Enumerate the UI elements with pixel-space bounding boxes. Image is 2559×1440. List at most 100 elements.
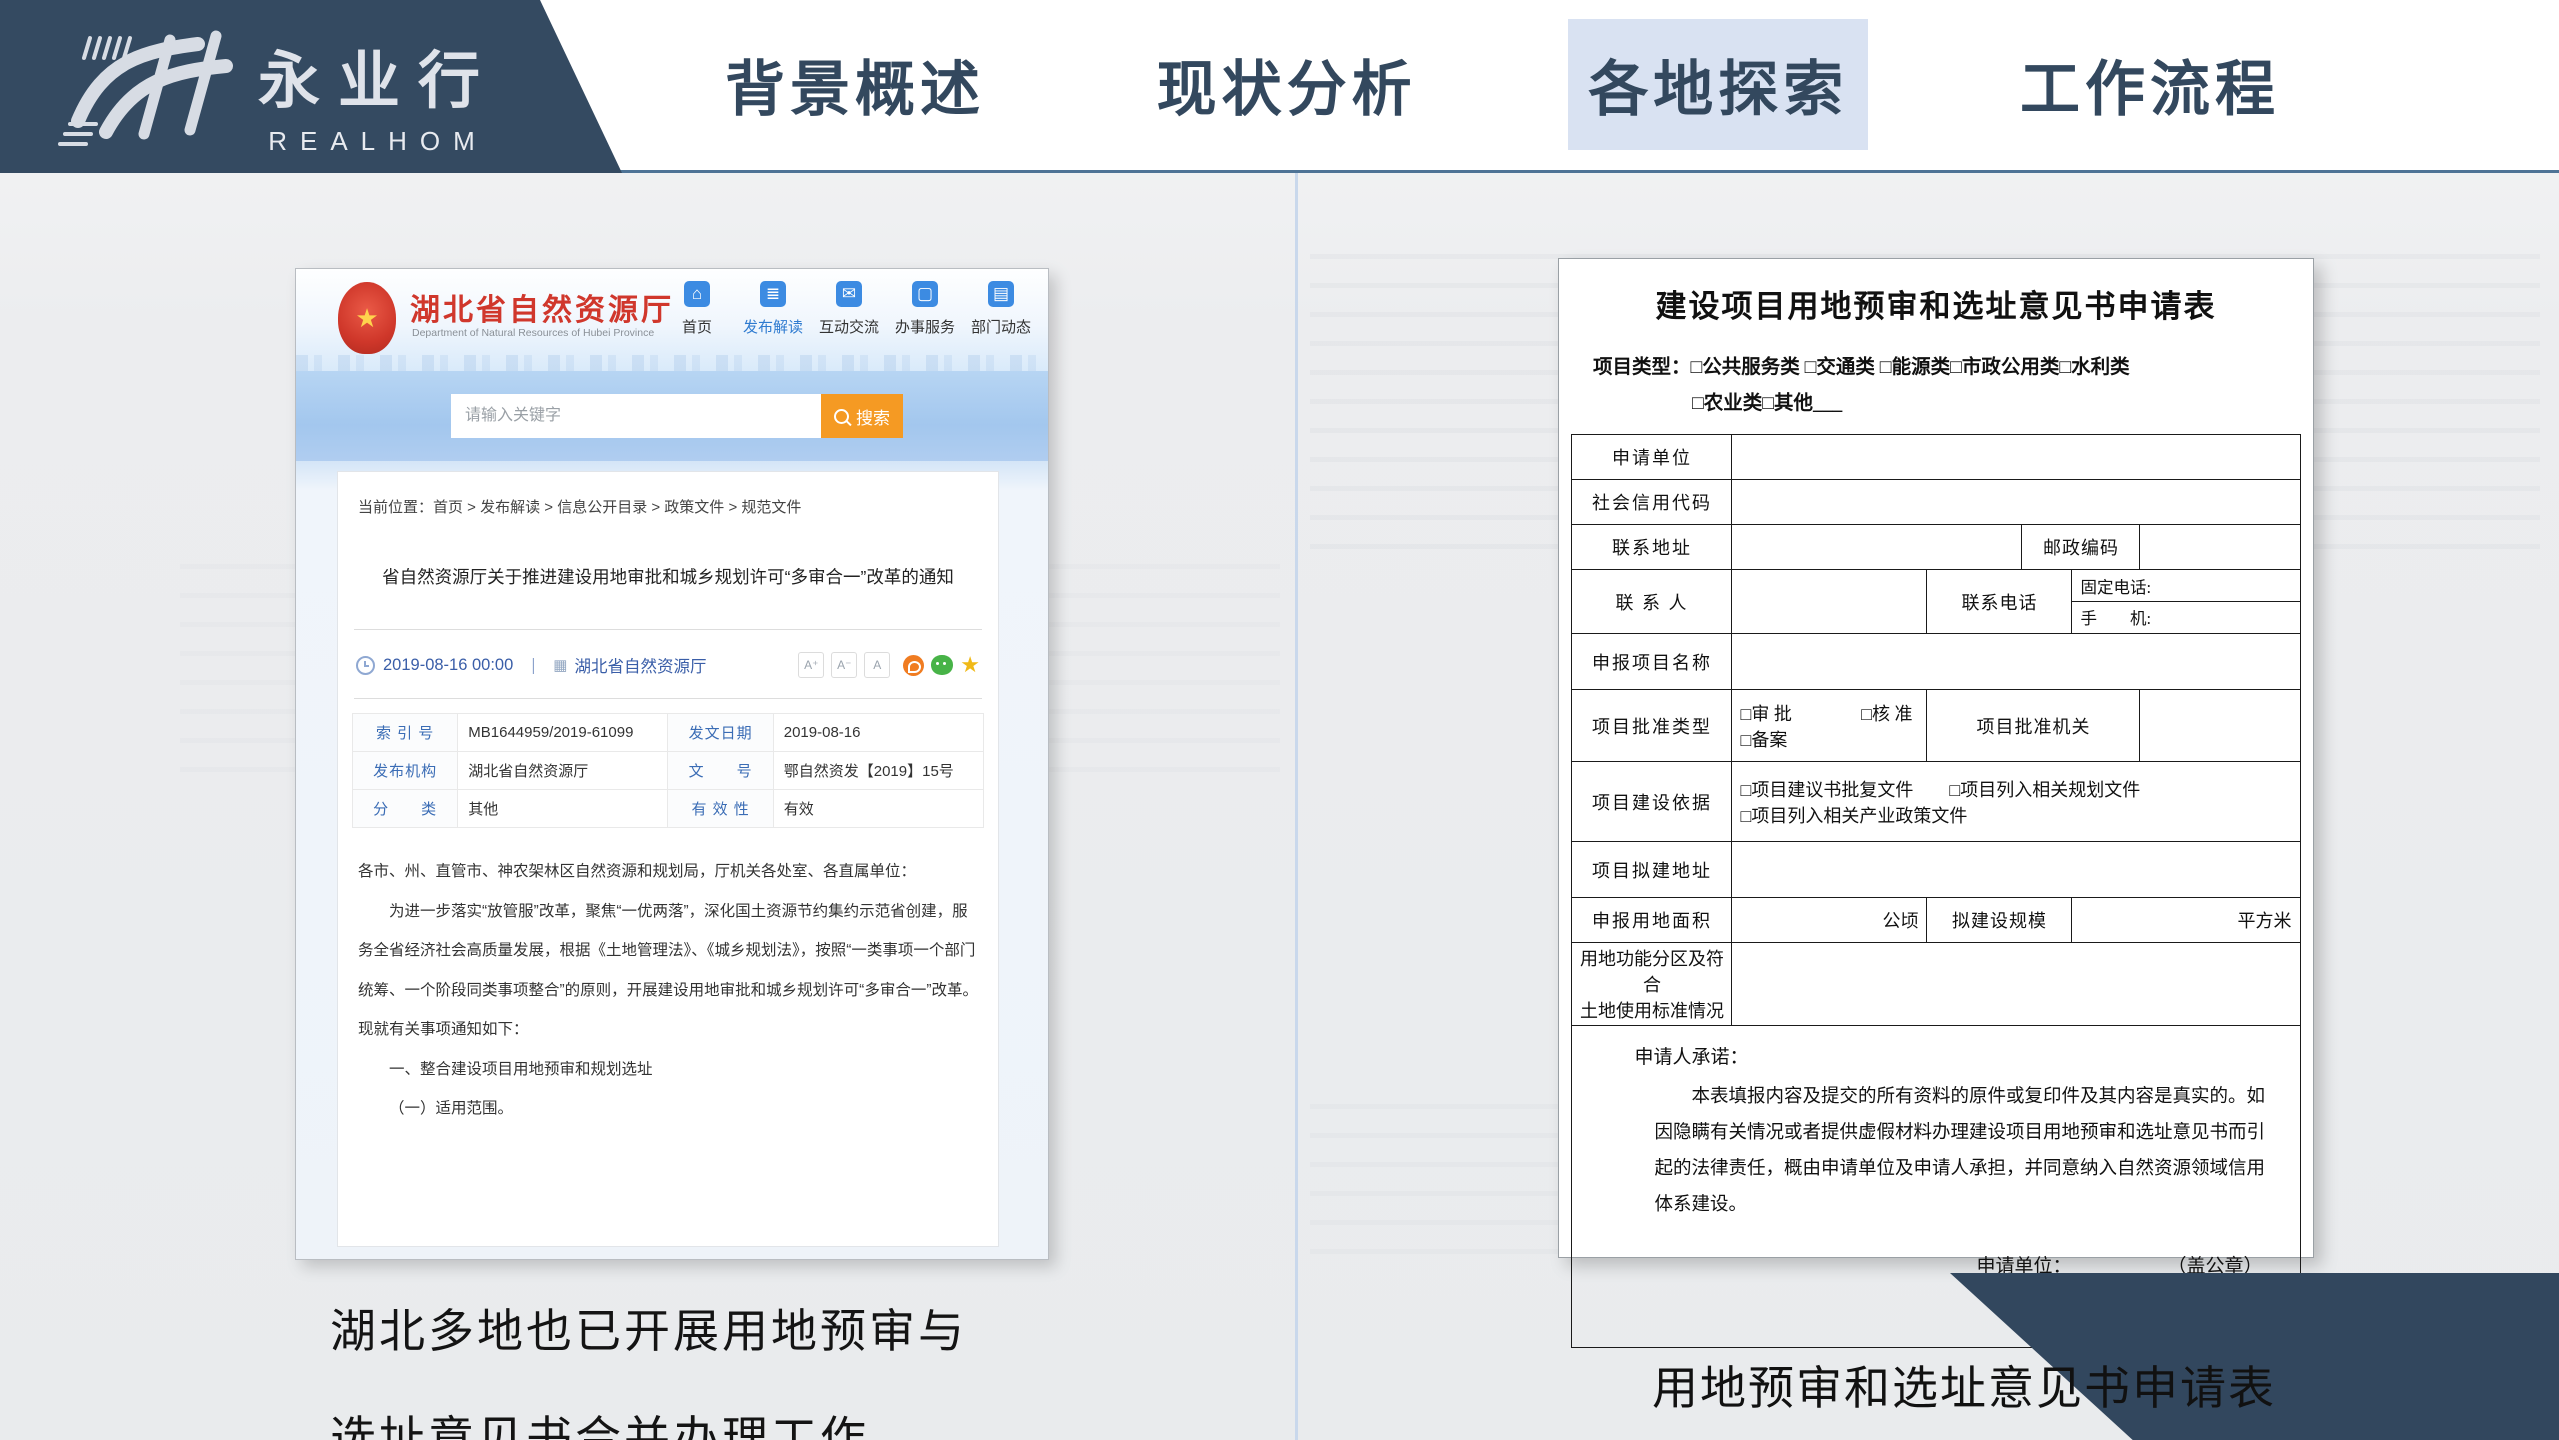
website-nav-interaction[interactable]: ✉ 互动交流	[816, 281, 882, 337]
brand: 永业行 REALHOM	[258, 30, 498, 157]
field-label-postcode: 邮政编码	[2022, 525, 2140, 570]
field-input-zoning[interactable]	[1732, 943, 2300, 1026]
wechat-share-icon[interactable]	[931, 655, 953, 675]
nav-label: 发布解读	[740, 316, 806, 337]
field-input-applicant[interactable]	[1732, 435, 2300, 480]
website-banner: ★ 湖北省自然资源厅 Department of Natural Resourc…	[296, 269, 1048, 371]
site-title-en: Department of Natural Resources of Hubei…	[412, 327, 654, 339]
website-nav-updates[interactable]: ▤ 部门动态	[968, 281, 1034, 337]
table-row: 项目拟建地址	[1572, 842, 2300, 898]
article-tools: A⁺ A⁻ A ★	[798, 652, 980, 678]
tab-background-overview[interactable]: 背景概述	[705, 19, 1005, 150]
field-input-credit-code[interactable]	[1732, 480, 2300, 525]
brand-name-cn: 永业行	[258, 30, 498, 120]
field-input-site-address[interactable]	[1732, 842, 2300, 898]
field-label-phone: 联系电话	[1927, 570, 2072, 634]
info-label: 发文日期	[668, 714, 773, 752]
vertical-divider	[1295, 173, 1298, 1440]
right-caption: 用地预审和选址意见书申请表	[1652, 1352, 2276, 1418]
project-type-line2[interactable]: □农业类□其他___	[1692, 386, 2313, 422]
checkbox-filing[interactable]: □备案	[1740, 726, 1918, 752]
basis-options: □项目建议书批复文件 □项目列入相关规划文件 □项目列入相关产业政策文件	[1732, 762, 2300, 842]
zoning-label-line1: 用地功能分区及符合	[1576, 945, 1727, 997]
checkbox-verification[interactable]: □核 准	[1861, 700, 1912, 726]
building-icon: ▦	[553, 658, 567, 673]
font-decrease-button[interactable]: A⁻	[831, 652, 857, 678]
nav-tabs: 背景概述 现状分析 各地探索 工作流程	[705, 0, 2300, 168]
website-body: 当前位置：首页 > 发布解读 > 信息公开目录 > 政策文件 > 规范文件 省自…	[296, 461, 1048, 1259]
checkbox-approval[interactable]: □审 批	[1740, 700, 1791, 726]
article-paragraph: （一）适用范围。	[358, 1089, 978, 1129]
field-label-approval-type: 项目批准类型	[1572, 690, 1732, 762]
table-row: 发布机构 湖北省自然资源厅 文 号 鄂自然资发【2019】15号	[353, 752, 984, 790]
field-label-mobile[interactable]: 手 机:	[2072, 602, 2299, 632]
search-band: 搜索	[296, 371, 1048, 461]
checkbox-proposal-approval-doc[interactable]: □项目建议书批复文件	[1740, 776, 1913, 802]
approval-type-options: □审 批 □核 准 □备案	[1732, 690, 1927, 762]
left-caption-line1: 湖北多地也已开展用地预审与	[330, 1278, 967, 1385]
field-label-credit-code: 社会信用代码	[1572, 480, 1732, 525]
checkbox-industry-policy-doc[interactable]: □项目列入相关产业政策文件	[1740, 802, 2291, 828]
search-button[interactable]: 搜索	[821, 394, 903, 438]
breadcrumb[interactable]: 当前位置：首页 > 发布解读 > 信息公开目录 > 政策文件 > 规范文件	[358, 496, 978, 517]
table-row: 联系地址 邮政编码	[1572, 525, 2300, 570]
meta-separator: ｜	[525, 653, 541, 677]
field-input-approval-org[interactable]	[2140, 690, 2300, 762]
field-label-fixed-phone[interactable]: 固定电话:	[2072, 571, 2299, 602]
article-body: 各市、州、直管市、神农架林区自然资源和规划局，厅机关各处室、各直属单位： 为进一…	[358, 852, 978, 1129]
field-label-approval-org: 项目批准机关	[1927, 690, 2140, 762]
checkbox-listed-in-plan-doc[interactable]: □项目列入相关规划文件	[1949, 776, 2140, 802]
left-caption: 湖北多地也已开展用地预审与 选址意见书合并办理工作	[330, 1278, 967, 1440]
website-nav-home[interactable]: ⌂ 首页	[664, 281, 730, 337]
search-icon	[834, 409, 849, 424]
search-input[interactable]	[451, 394, 835, 438]
nav-label: 首页	[664, 316, 730, 337]
field-input-project-name[interactable]	[1732, 634, 2300, 690]
emblem-star-icon: ★	[355, 305, 378, 331]
application-form-table: 申请单位 社会信用代码 联系地址 邮政编码 联 系 人 联系电话 固定电话:	[1571, 434, 2300, 1348]
info-value: 鄂自然资发【2019】15号	[773, 752, 983, 790]
info-value: 其他	[458, 790, 668, 828]
field-input-land-area[interactable]: 公顷	[1732, 898, 1927, 943]
table-row: 申报项目名称	[1572, 634, 2300, 690]
field-input-address[interactable]	[1732, 525, 2022, 570]
tab-work-process[interactable]: 工作流程	[2000, 19, 2300, 150]
table-row: 申请单位	[1572, 435, 2300, 480]
article-source: 湖北省自然资源厅	[574, 653, 706, 677]
article-meta: 2019-08-16 00:00 ｜ ▦ 湖北省自然资源厅 A⁺ A⁻ A ★	[356, 644, 980, 686]
info-value: 2019-08-16	[773, 714, 983, 752]
project-type-options: 项目类型：□公共服务类 □交通类 □能源类□市政公用类□水利类 □农业类□其他_…	[1593, 350, 2313, 422]
info-label: 索 引 号	[353, 714, 458, 752]
info-value: MB1644959/2019-61099	[458, 714, 668, 752]
article-paragraph: 各市、州、直管市、神农架林区自然资源和规划局，厅机关各处室、各直属单位：	[358, 852, 978, 892]
field-label-land-area: 申报用地面积	[1572, 898, 1732, 943]
document-icon: ≣	[760, 281, 786, 307]
favorite-star-icon[interactable]: ★	[960, 654, 980, 676]
field-input-postcode[interactable]	[2140, 525, 2300, 570]
table-row: 分 类 其他 有 效 性 有效	[353, 790, 984, 828]
website-nav-services[interactable]: ▢ 办事服务	[892, 281, 958, 337]
field-label-basis: 项目建设依据	[1572, 762, 1732, 842]
application-form-sheet: 建设项目用地预审和选址意见书申请表 项目类型：□公共服务类 □交通类 □能源类□…	[1558, 258, 2314, 1258]
info-label: 分 类	[353, 790, 458, 828]
font-reset-button[interactable]: A	[864, 652, 890, 678]
font-increase-button[interactable]: A⁺	[798, 652, 824, 678]
realhom-logo-icon	[48, 26, 248, 146]
field-input-build-scale[interactable]: 平方米	[2072, 898, 2300, 943]
tab-current-analysis[interactable]: 现状分析	[1137, 19, 1437, 150]
tab-regional-exploration[interactable]: 各地探索	[1568, 19, 1868, 150]
logo-block: 永业行 REALHOM	[0, 0, 640, 173]
field-label-contact: 联 系 人	[1572, 570, 1732, 634]
table-row: 社会信用代码	[1572, 480, 2300, 525]
website-nav-releases[interactable]: ≣ 发布解读	[740, 281, 806, 337]
weibo-share-icon[interactable]	[903, 655, 924, 676]
table-row: 用地功能分区及符合 土地使用标准情况	[1572, 943, 2300, 1026]
table-row: 联 系 人 联系电话 固定电话: 手 机:	[1572, 570, 2300, 634]
divider	[354, 698, 982, 699]
pledge-title: 申请人承诺：	[1634, 1042, 2275, 1069]
clock-icon	[356, 656, 375, 675]
phone-cell: 固定电话: 手 机:	[2072, 570, 2300, 634]
project-type-line1[interactable]: 项目类型：□公共服务类 □交通类 □能源类□市政公用类□水利类	[1593, 350, 2313, 386]
article-title: 省自然资源厅关于推进建设用地审批和城乡规划许可“多审合一”改革的通知	[366, 563, 970, 591]
field-input-contact[interactable]	[1732, 570, 1927, 634]
